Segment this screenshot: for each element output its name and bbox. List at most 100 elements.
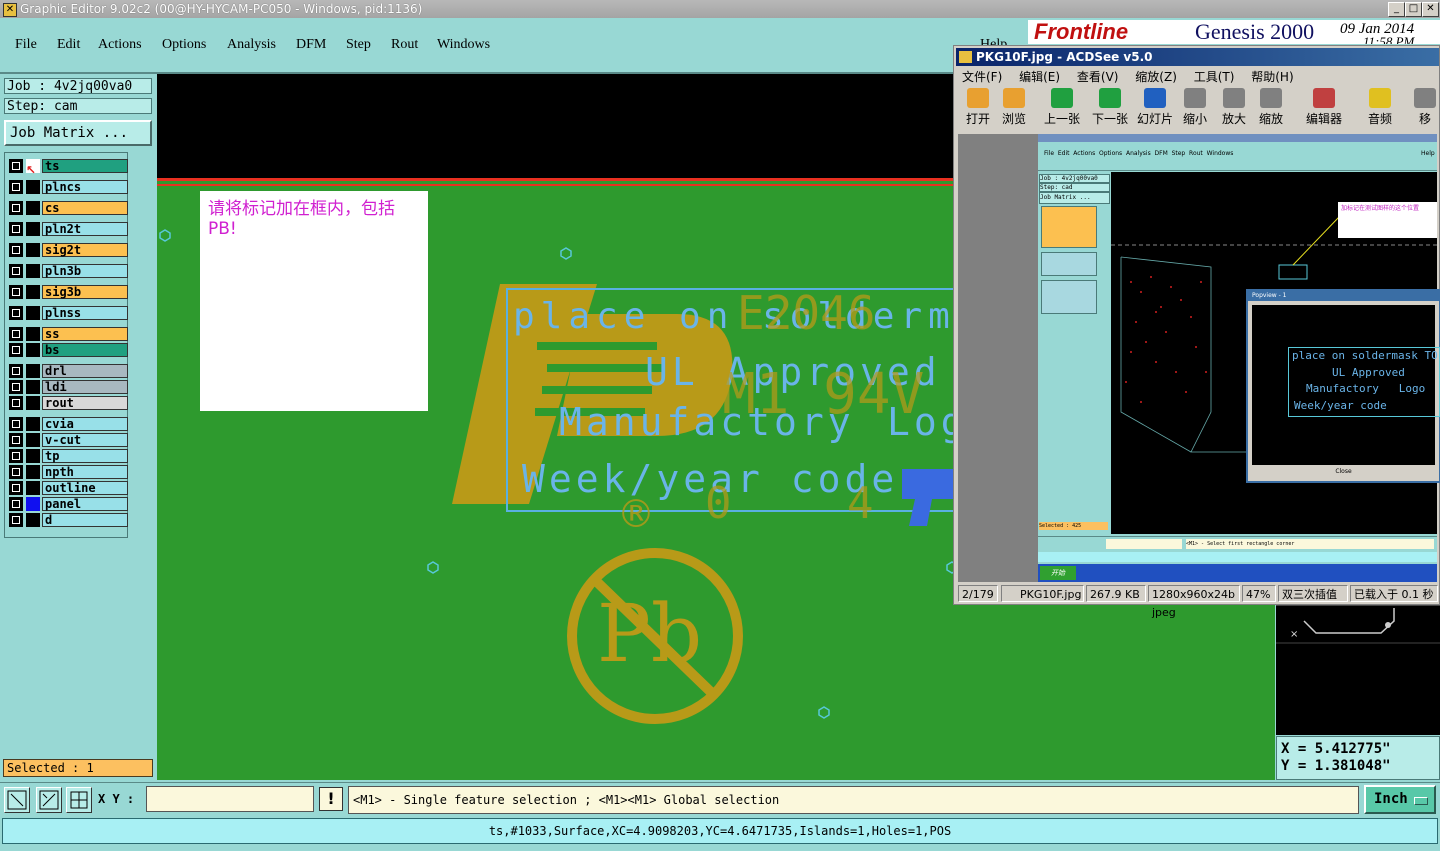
acdsee-menu-tools[interactable]: 工具(T) xyxy=(1194,70,1235,84)
acdsee-tool-8[interactable]: 编辑器 xyxy=(1306,88,1342,127)
acdsee-menu-zoom[interactable]: 缩放(Z) xyxy=(1135,70,1177,84)
layer-checkbox[interactable] xyxy=(9,264,23,278)
xy-label: X Y : xyxy=(98,792,135,806)
layer-name[interactable]: outline xyxy=(42,481,128,495)
acdsee-tool-9[interactable]: 音频 xyxy=(1368,88,1392,127)
acdsee-tool-2[interactable]: 上一张 xyxy=(1044,88,1080,127)
inner-popline-1: place on soldermask TO xyxy=(1292,349,1438,362)
acdsee-tool-6[interactable]: 放大 xyxy=(1222,88,1246,127)
layer-color-swatch xyxy=(26,327,40,341)
unit-selector[interactable]: Inch xyxy=(1364,785,1436,814)
layer-checkbox[interactable] xyxy=(9,343,23,357)
selected-count: Selected : 1 xyxy=(3,759,153,777)
layer-name[interactable]: bs xyxy=(42,343,128,357)
grid-tool-icon[interactable] xyxy=(66,787,92,813)
acdsee-menu-file[interactable]: 文件(F) xyxy=(962,70,1002,84)
layer-checkbox[interactable] xyxy=(9,465,23,479)
mini-view[interactable]: × xyxy=(1276,603,1440,735)
alert-button[interactable]: ! xyxy=(319,787,343,811)
layer-name[interactable]: pln2t xyxy=(42,222,128,236)
layer-checkbox[interactable] xyxy=(9,159,23,173)
close-button[interactable]: ✕ xyxy=(1422,2,1439,17)
acdsee-tool-4[interactable]: 幻灯片 xyxy=(1137,88,1173,127)
layer-color-swatch xyxy=(26,396,40,410)
layer-checkbox[interactable] xyxy=(9,364,23,378)
layer-color-swatch xyxy=(26,201,40,215)
instruction-note-text: 请将标记加在框内，包括PB! xyxy=(208,199,395,239)
layer-checkbox[interactable] xyxy=(9,433,23,447)
acdsee-menu-help[interactable]: 帮助(H) xyxy=(1251,70,1293,84)
text-pb: Pb xyxy=(597,587,703,680)
layer-name[interactable]: rout xyxy=(42,396,128,410)
menu-options[interactable]: Options xyxy=(162,37,206,53)
layer-checkbox[interactable] xyxy=(9,396,23,410)
inner-popline-2: UL Approved xyxy=(1332,366,1405,379)
layer-color-swatch xyxy=(26,433,40,447)
layer-color-swatch xyxy=(26,285,40,299)
acdsee-tool-0[interactable]: 打开 xyxy=(966,88,990,127)
layer-name[interactable]: cvia xyxy=(42,417,128,431)
layer-checkbox[interactable] xyxy=(9,513,23,527)
inner-step: Step: cad xyxy=(1039,183,1110,192)
layer-name[interactable]: d xyxy=(42,513,128,527)
xy-input[interactable] xyxy=(146,786,314,812)
layer-checkbox[interactable] xyxy=(9,201,23,215)
layer-name[interactable]: plnss xyxy=(42,306,128,320)
acdsee-menu-view[interactable]: 查看(V) xyxy=(1077,70,1119,84)
layer-name[interactable]: ts xyxy=(42,159,128,173)
layer-name[interactable]: tp xyxy=(42,449,128,463)
layer-checkbox[interactable] xyxy=(9,327,23,341)
layer-checkbox[interactable] xyxy=(9,449,23,463)
layer-color-swatch xyxy=(26,306,40,320)
layer-name[interactable]: pln3b xyxy=(42,264,128,278)
layer-name[interactable]: drl xyxy=(42,364,128,378)
menu-rout[interactable]: Rout xyxy=(391,37,418,53)
inner-canvas: 加标记在测试图样的这个位置 Popview - 1 place on solde… xyxy=(1111,172,1440,534)
menu-windows[interactable]: Windows xyxy=(437,37,490,53)
acdsee-tool-5[interactable]: 缩小 xyxy=(1183,88,1207,127)
menu-file[interactable]: File xyxy=(15,37,37,53)
acdsee-window[interactable]: PKG10F.jpg - ACDSee v5.0 文件(F) 编辑(E) 查看(… xyxy=(953,45,1440,619)
layer-checkbox[interactable] xyxy=(9,243,23,257)
acdsee-tool-10[interactable]: 移 xyxy=(1414,88,1436,127)
coord-y: Y = 1.381048" xyxy=(1281,758,1391,774)
coordinate-readout: X = 5.412775" Y = 1.381048" xyxy=(1276,736,1440,780)
layer-checkbox[interactable] xyxy=(9,285,23,299)
acdsee-image-view[interactable]: File Edit Actions Options Analysis DFM S… xyxy=(958,134,1440,582)
maximize-button[interactable]: □ xyxy=(1405,2,1422,17)
layer-checkbox[interactable] xyxy=(9,180,23,194)
layer-color-swatch xyxy=(26,417,40,431)
menu-step[interactable]: Step xyxy=(346,37,371,53)
layer-name[interactable]: cs xyxy=(42,201,128,215)
layer-checkbox[interactable] xyxy=(9,306,23,320)
layer-checkbox[interactable] xyxy=(9,481,23,495)
inner-help: Help xyxy=(1421,150,1435,157)
layer-name[interactable]: plncs xyxy=(42,180,128,194)
acdsee-tool-3[interactable]: 下一张 xyxy=(1092,88,1128,127)
acdsee-menu-edit[interactable]: 编辑(E) xyxy=(1019,70,1060,84)
acdsee-tool-1[interactable]: 浏览 xyxy=(1002,88,1026,127)
inner-status-msg: <M1> - Select first rectangle corner xyxy=(1186,539,1434,549)
layer-name[interactable]: panel xyxy=(42,497,128,511)
menu-dfm[interactable]: DFM xyxy=(296,37,326,53)
menu-analysis[interactable]: Analysis xyxy=(227,37,276,53)
layer-checkbox[interactable] xyxy=(9,380,23,394)
layer-checkbox[interactable] xyxy=(9,417,23,431)
layer-name[interactable]: ss xyxy=(42,327,128,341)
layer-checkbox[interactable] xyxy=(9,222,23,236)
menu-actions[interactable]: Actions xyxy=(98,37,142,53)
zoom-area-tool-icon[interactable] xyxy=(4,787,30,813)
layer-name[interactable]: v-cut xyxy=(42,433,128,447)
layer-name[interactable]: npth xyxy=(42,465,128,479)
job-matrix-button[interactable]: Job Matrix ... xyxy=(4,120,152,146)
acdsee-tool-7[interactable]: 缩放 xyxy=(1259,88,1283,127)
layer-checkbox[interactable] xyxy=(9,497,23,511)
layer-name[interactable]: sig2t xyxy=(42,243,128,257)
measure-tool-icon[interactable] xyxy=(36,787,62,813)
layer-name[interactable]: ldi xyxy=(42,380,128,394)
minimize-button[interactable]: _ xyxy=(1388,2,1405,17)
menu-edit[interactable]: Edit xyxy=(57,37,80,53)
layer-name[interactable]: sig3b xyxy=(42,285,128,299)
inner-taskbar: 开始 xyxy=(1038,564,1437,582)
acdsee-status-bar: 2/179 PKG10F.jpg 267.9 KB 1280x960x24b j… xyxy=(956,584,1439,619)
